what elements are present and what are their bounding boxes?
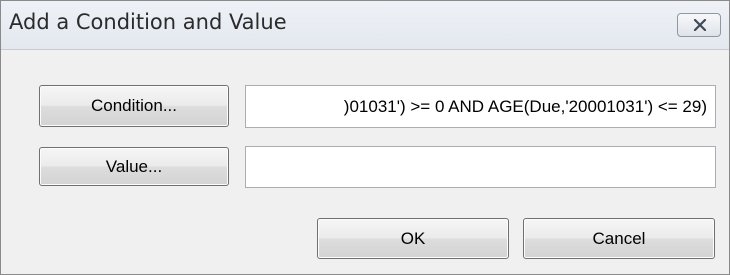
value-field[interactable] (245, 146, 716, 188)
close-x-icon (693, 19, 707, 31)
condition-button[interactable]: Condition... (39, 85, 229, 127)
close-button[interactable] (677, 13, 721, 37)
dialog-title: Add a Condition and Value (9, 10, 287, 34)
value-button[interactable]: Value... (39, 147, 229, 186)
title-bar: Add a Condition and Value (1, 1, 729, 50)
ok-button[interactable]: OK (317, 218, 509, 259)
condition-field[interactable]: )01031') >= 0 AND AGE(Due,'20001031') <=… (245, 85, 716, 128)
cancel-button[interactable]: Cancel (523, 218, 715, 259)
add-condition-dialog: Add a Condition and Value Condition... )… (0, 0, 730, 275)
condition-field-text: )01031') >= 0 AND AGE(Due,'20001031') <=… (343, 97, 707, 116)
